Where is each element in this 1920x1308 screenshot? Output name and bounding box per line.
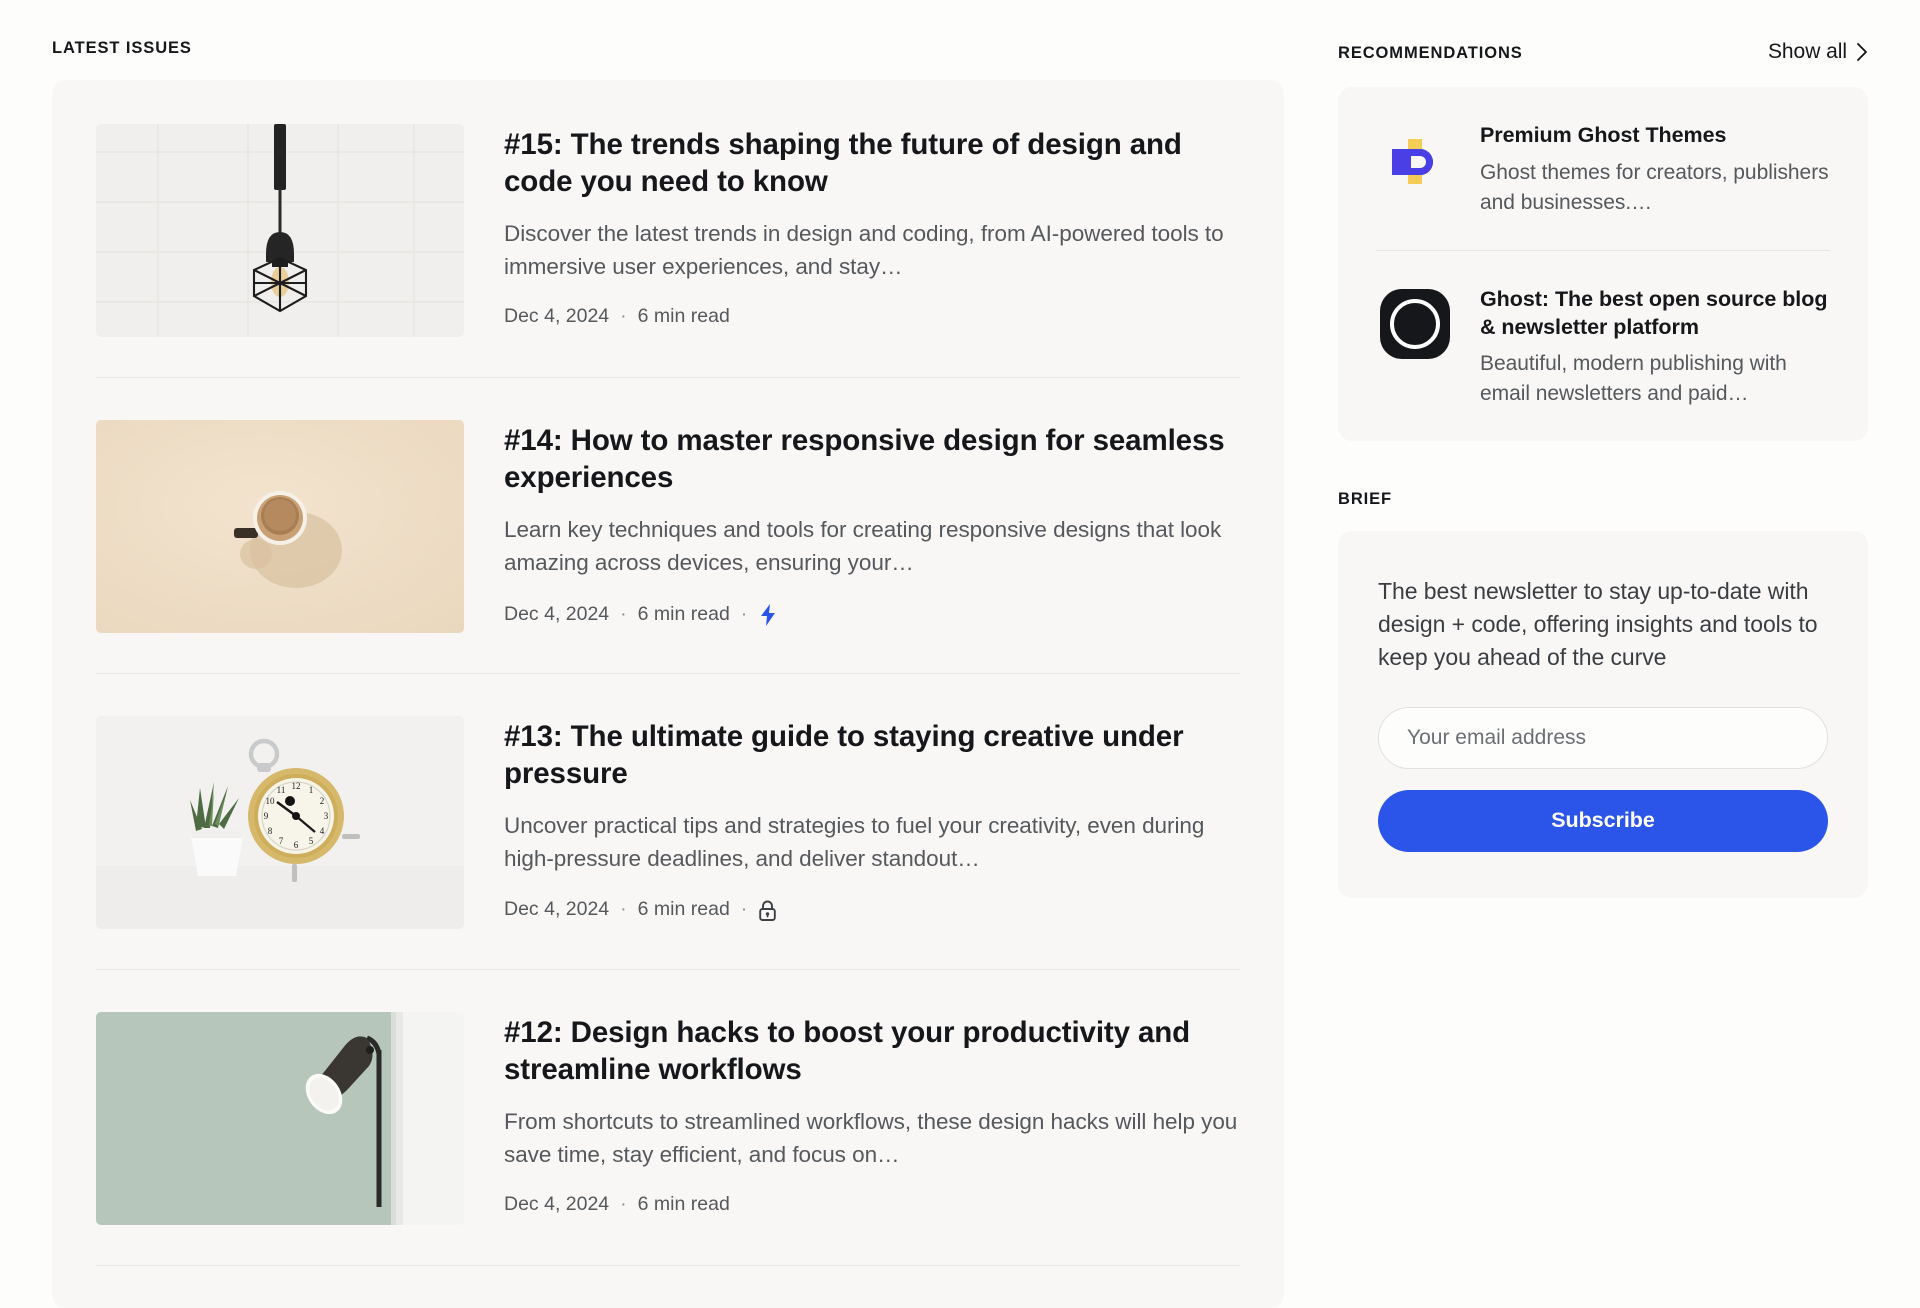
issue-thumbnail-desk-lamp[interactable] xyxy=(96,1011,464,1225)
subscribe-button[interactable]: Subscribe xyxy=(1378,789,1828,852)
recommendation-item[interactable]: Ghost: The best open source blog & newsl… xyxy=(1376,249,1830,442)
recommendation-text: Premium Ghost Themes Ghost themes for cr… xyxy=(1480,121,1830,218)
svg-text:2: 2 xyxy=(320,796,325,806)
lock-icon xyxy=(758,899,777,922)
recommendations-header: RECOMMENDATIONS Show all xyxy=(1338,40,1868,64)
brief-description: The best newsletter to stay up-to-date w… xyxy=(1378,577,1818,670)
svg-text:6: 6 xyxy=(294,840,299,850)
ghost-logo-icon xyxy=(1376,285,1454,363)
recommendation-title[interactable]: Ghost: The best open source blog & newsl… xyxy=(1480,286,1830,342)
newsletter-dashboard: LATEST ISSUES #15: The trends shaping th… xyxy=(0,0,1920,1308)
latest-issues-card: #15: The trends shaping the future of de… xyxy=(52,79,1284,1308)
recommendation-item[interactable]: Premium Ghost Themes Ghost themes for cr… xyxy=(1376,87,1830,250)
svg-text:8: 8 xyxy=(268,826,273,836)
svg-text:7: 7 xyxy=(279,836,284,846)
issue-thumbnail-coffee-cup[interactable] xyxy=(96,419,464,633)
issue-content: #13: The ultimate guide to staying creat… xyxy=(504,716,1240,922)
brief-heading: BRIEF xyxy=(1338,490,1393,509)
bolt-icon xyxy=(758,603,778,627)
issue-thumbnail-pendant-lamp[interactable] xyxy=(96,123,464,337)
issue-date: Dec 4, 2024 xyxy=(504,898,610,921)
meta-separator-icon: · xyxy=(620,304,627,327)
issue-read-time: 6 min read xyxy=(637,602,730,625)
issue-read-time: 6 min read xyxy=(637,898,730,921)
latest-issues-heading: LATEST ISSUES xyxy=(52,39,192,57)
issue-read-time: 6 min read xyxy=(637,304,730,327)
svg-text:9: 9 xyxy=(264,811,269,821)
issue-excerpt: Learn key techniques and tools for creat… xyxy=(504,516,1222,575)
email-input[interactable] xyxy=(1378,706,1828,769)
issue-content: #14: How to master responsive design for… xyxy=(504,420,1240,627)
svg-text:1: 1 xyxy=(309,785,314,795)
svg-text:10: 10 xyxy=(266,796,276,806)
recommendations-card: Premium Ghost Themes Ghost themes for cr… xyxy=(1338,87,1868,442)
issue-list-item[interactable]: 12 1 23 45 67 89 10 11 #13: The ultimate… xyxy=(96,674,1240,970)
show-all-label: Show all xyxy=(1767,40,1847,63)
show-all-button[interactable]: Show all xyxy=(1768,40,1868,64)
issue-date: Dec 4, 2024 xyxy=(504,602,610,625)
issue-title[interactable]: #13: The ultimate guide to staying creat… xyxy=(504,718,1240,792)
svg-text:12: 12 xyxy=(292,781,301,791)
svg-text:11: 11 xyxy=(277,785,286,795)
issue-date: Dec 4, 2024 xyxy=(504,1192,610,1215)
issue-thumbnail-clock-plant[interactable]: 12 1 23 45 67 89 10 11 xyxy=(96,715,464,929)
issue-title[interactable]: #15: The trends shaping the future of de… xyxy=(504,126,1240,200)
recommendation-description: Ghost themes for creators, publishers an… xyxy=(1480,160,1829,214)
issue-excerpt: From shortcuts to streamlined workflows,… xyxy=(504,1108,1238,1167)
svg-text:3: 3 xyxy=(324,811,329,821)
issue-meta: Dec 4, 2024 · 6 min read xyxy=(504,304,1240,327)
sidebar-column: RECOMMENDATIONS Show all Premium Ghost T… xyxy=(1338,40,1868,1308)
issue-excerpt: Uncover practical tips and strategies to… xyxy=(504,812,1205,871)
issue-meta: Dec 4, 2024 · 6 min read · xyxy=(504,899,1240,922)
issue-meta: Dec 4, 2024 · 6 min read xyxy=(504,1192,1240,1215)
meta-separator-icon: · xyxy=(620,1192,627,1215)
recommendation-description: Beautiful, modern publishing with email … xyxy=(1480,352,1787,406)
recommendation-text: Ghost: The best open source blog & newsl… xyxy=(1480,285,1830,410)
latest-issues-column: LATEST ISSUES #15: The trends shaping th… xyxy=(52,40,1284,1308)
issue-list-item[interactable]: #12: Design hacks to boost your producti… xyxy=(96,970,1240,1266)
recommendations-heading: RECOMMENDATIONS xyxy=(1338,44,1523,62)
chevron-right-icon xyxy=(1856,42,1868,62)
svg-text:5: 5 xyxy=(309,836,314,846)
meta-separator-icon: · xyxy=(620,602,627,625)
meta-separator-icon: · xyxy=(740,602,748,625)
premium-ghost-themes-logo-icon xyxy=(1376,121,1454,199)
meta-separator-icon: · xyxy=(740,898,748,921)
issue-list-item[interactable]: #14: How to master responsive design for… xyxy=(96,378,1240,674)
recommendation-title[interactable]: Premium Ghost Themes xyxy=(1480,122,1830,150)
issue-title[interactable]: #14: How to master responsive design for… xyxy=(504,422,1240,496)
issue-read-time: 6 min read xyxy=(637,1192,730,1215)
issue-content: #15: The trends shaping the future of de… xyxy=(504,124,1240,327)
issue-meta: Dec 4, 2024 · 6 min read · xyxy=(504,603,1240,627)
issue-content: #12: Design hacks to boost your producti… xyxy=(504,1012,1240,1215)
meta-separator-icon: · xyxy=(620,898,627,921)
issue-date: Dec 4, 2024 xyxy=(504,304,610,327)
brief-card: The best newsletter to stay up-to-date w… xyxy=(1338,530,1868,898)
svg-text:4: 4 xyxy=(320,826,325,836)
issue-title[interactable]: #12: Design hacks to boost your producti… xyxy=(504,1014,1240,1088)
issue-excerpt: Discover the latest trends in design and… xyxy=(504,220,1224,279)
issue-list-item[interactable]: #15: The trends shaping the future of de… xyxy=(96,80,1240,378)
